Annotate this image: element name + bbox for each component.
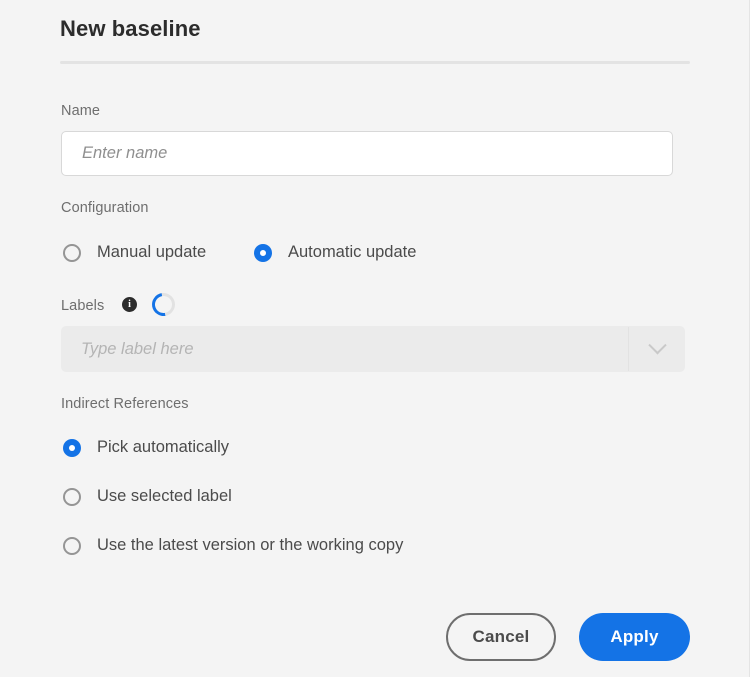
- apply-button[interactable]: Apply: [579, 613, 690, 661]
- label-picker-dropdown[interactable]: Type label here: [61, 326, 685, 372]
- radio-pick-automatically-label: Pick automatically: [97, 438, 230, 456]
- cancel-button[interactable]: Cancel: [446, 613, 556, 661]
- radio-circle-icon: [63, 243, 81, 262]
- radio-circle-icon: [63, 536, 81, 555]
- name-field-label: Name: [61, 103, 101, 119]
- chevron-down-icon[interactable]: [629, 335, 685, 356]
- radio-use-selected-label[interactable]: Use selected label: [63, 487, 232, 506]
- info-icon[interactable]: i: [122, 297, 137, 312]
- labels-field-label: Labels: [61, 298, 105, 314]
- label-picker-placeholder: Type label here: [81, 339, 194, 358]
- radio-use-selected-label-label: Use selected label: [97, 487, 232, 505]
- radio-circle-icon: [63, 487, 81, 506]
- indirect-references-label: Indirect References: [61, 396, 189, 412]
- radio-manual-update[interactable]: Manual update: [63, 243, 206, 262]
- radio-manual-update-label: Manual update: [97, 243, 207, 261]
- radio-automatic-update[interactable]: Automatic update: [254, 243, 416, 262]
- radio-circle-selected-icon: [254, 243, 272, 262]
- new-baseline-dialog: New baseline Name Configuration Manual u…: [0, 0, 750, 677]
- radio-pick-automatically[interactable]: Pick automatically: [63, 438, 229, 457]
- name-input[interactable]: [61, 131, 673, 176]
- radio-automatic-update-label: Automatic update: [288, 243, 417, 261]
- radio-use-latest-version[interactable]: Use the latest version or the working co…: [63, 536, 403, 555]
- title-divider: [60, 61, 690, 64]
- radio-use-latest-version-label: Use the latest version or the working co…: [97, 536, 404, 554]
- page-title: New baseline: [60, 16, 201, 41]
- configuration-label: Configuration: [61, 200, 149, 216]
- radio-circle-selected-icon: [63, 438, 81, 457]
- loading-spinner-icon: [147, 288, 180, 321]
